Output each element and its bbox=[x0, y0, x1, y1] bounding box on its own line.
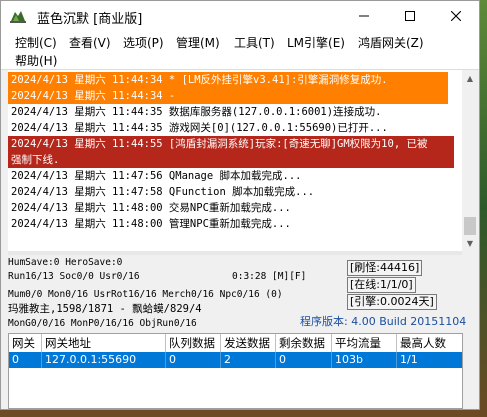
log-line: 2024/4/13 星期六 11:47:58 QFunction 脚本加载完成.… bbox=[11, 186, 315, 198]
minimize-icon bbox=[359, 15, 369, 17]
column-header-max-users[interactable]: 最高人数 bbox=[397, 334, 462, 352]
monster-status: MonG0/0/16 MonP0/16/16 ObjRun0/16 bbox=[8, 318, 197, 329]
maximize-button[interactable] bbox=[387, 1, 433, 31]
arrow-up-icon: ▲ bbox=[466, 73, 474, 83]
arrow-down-icon: ▼ bbox=[466, 238, 474, 248]
menu-options[interactable]: 选项(P) bbox=[123, 34, 164, 51]
cell-average-traffic: 103b bbox=[332, 352, 397, 368]
maximize-icon bbox=[405, 11, 415, 21]
menu-manage[interactable]: 管理(M) bbox=[176, 34, 220, 51]
menu-help[interactable]: 帮助(H) bbox=[15, 52, 57, 69]
menu-bar: 控制(C) 查看(V) 选项(P) 管理(M) 工具(T) LM引擎(E) 鸿盾… bbox=[1, 31, 479, 70]
log-line: 2024/4/13 星期六 11:44:34 * [LM反外挂引擎v3.41]:… bbox=[11, 74, 388, 86]
cell-gateway-address: 127.0.0.1:55690 bbox=[42, 352, 166, 368]
gateway-table[interactable]: 网关 网关地址 队列数据 发送数据 剩余数据 平均流量 最高人数 0 127.0… bbox=[8, 333, 463, 409]
column-header-sent-data[interactable]: 发送数据 bbox=[221, 334, 276, 352]
cell-sent-data: 2 bbox=[221, 352, 276, 368]
log-line: 2024/4/13 星期六 11:44:35 数据库服务器(127.0.0.1:… bbox=[11, 106, 382, 118]
minimize-button[interactable] bbox=[341, 1, 387, 31]
app-icon bbox=[10, 11, 26, 23]
column-header-average-traffic[interactable]: 平均流量 bbox=[332, 334, 397, 352]
cell-max-users: 1/1 bbox=[400, 353, 418, 366]
column-header-remaining-data[interactable]: 剩余数据 bbox=[276, 334, 332, 352]
log-line: 2024/4/13 星期六 11:44:55 [鸿盾封漏洞系统]玩家:[奇速无聊… bbox=[11, 138, 428, 150]
column-header-gateway-address[interactable]: 网关地址 bbox=[42, 334, 166, 352]
log-line: 2024/4/13 星期六 11:47:56 QManage 脚本加载完成... bbox=[11, 170, 302, 182]
menu-tools[interactable]: 工具(T) bbox=[234, 34, 275, 51]
menu-lm-engine[interactable]: LM引擎(E) bbox=[287, 34, 345, 51]
column-header-queue-data[interactable]: 队列数据 bbox=[166, 334, 221, 352]
cell-gateway: 0 bbox=[9, 352, 42, 368]
engine-uptime-box: [引擎:0.0024天] bbox=[347, 294, 437, 310]
uptime-status: 0:3:28 [M][F] bbox=[232, 271, 307, 282]
close-button[interactable] bbox=[433, 1, 479, 31]
log-panel-bottom-border bbox=[8, 251, 462, 255]
boss-status: 玛雅教主,1598/1871 - 飘蛤蟆/829/4 bbox=[8, 303, 202, 315]
window-title: 蓝色沉默 [商业版] bbox=[37, 12, 143, 27]
object-status: Mum0/0 Mon0/16 UsrRot16/16 Merch0/16 Npc… bbox=[8, 289, 283, 300]
cell-remaining-data: 0 bbox=[276, 352, 332, 368]
scroll-down-button[interactable]: ▼ bbox=[462, 235, 478, 251]
log-panel[interactable]: 2024/4/13 星期六 11:44:34 * [LM反外挂引擎v3.41]:… bbox=[8, 70, 462, 251]
log-line: 强制下线. bbox=[11, 154, 60, 166]
log-line: 2024/4/13 星期六 11:48:00 交易NPC重新加载完成... bbox=[11, 202, 291, 214]
server-window: 蓝色沉默 [商业版] 控制(C) 查看(V) 选项(P) 管理(M) 工具(T)… bbox=[0, 0, 480, 410]
menu-control[interactable]: 控制(C) bbox=[15, 34, 57, 51]
log-scrollbar[interactable]: ▲ ▼ bbox=[462, 70, 478, 251]
scroll-thumb[interactable] bbox=[464, 217, 476, 235]
title-bar[interactable]: 蓝色沉默 [商业版] bbox=[1, 1, 479, 31]
close-icon bbox=[451, 11, 461, 21]
save-status: HumSave:0 HeroSave:0 bbox=[8, 257, 123, 268]
scroll-up-button[interactable]: ▲ bbox=[462, 70, 478, 86]
menu-view[interactable]: 查看(V) bbox=[69, 34, 111, 51]
cell-queue-data: 0 bbox=[166, 352, 221, 368]
refresh-count-box: [刷怪:44416] bbox=[347, 260, 423, 276]
table-row[interactable]: 0 127.0.0.1:55690 0 2 0 103b 1/1 bbox=[9, 352, 462, 368]
log-line: 2024/4/13 星期六 11:44:34 - bbox=[11, 90, 176, 102]
online-count-box: [在线:1/1/0] bbox=[347, 277, 416, 293]
run-status: Run16/13 Soc0/0 Usr0/16 bbox=[8, 271, 140, 282]
log-line: 2024/4/13 星期六 11:48:00 管理NPC重新加载完成... bbox=[11, 218, 291, 230]
menu-hongdun-gateway[interactable]: 鸿盾网关(Z) bbox=[358, 34, 424, 51]
log-line: 2024/4/13 星期六 11:44:35 游戏网关[0](127.0.0.1… bbox=[11, 122, 388, 134]
program-version: 程序版本: 4.00 Build 20151104 bbox=[300, 315, 467, 328]
column-header-gateway[interactable]: 网关 bbox=[9, 334, 42, 352]
